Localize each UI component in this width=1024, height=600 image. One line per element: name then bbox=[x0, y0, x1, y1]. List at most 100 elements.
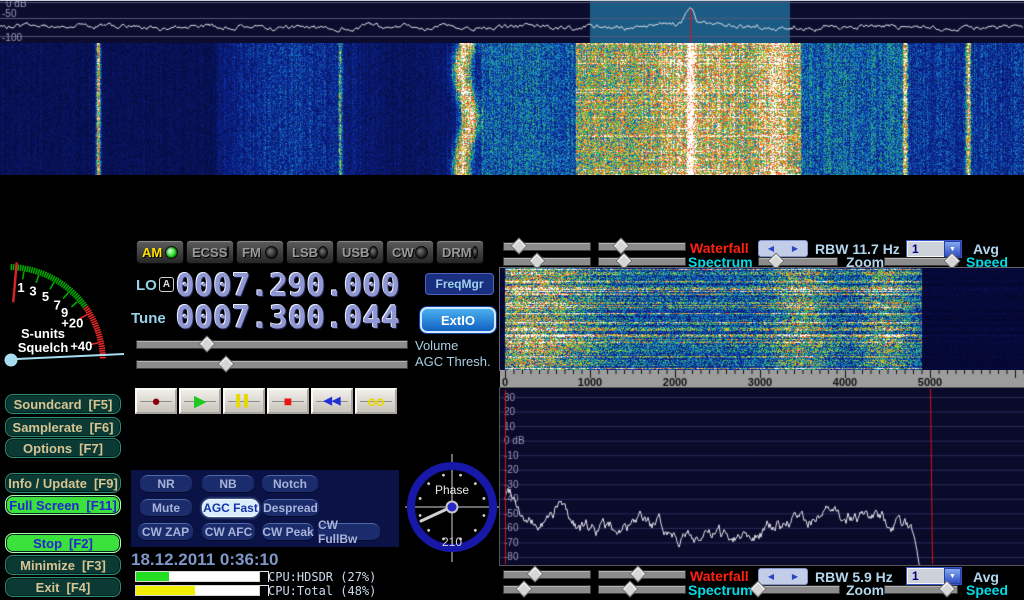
nb-button[interactable]: NB bbox=[202, 475, 254, 493]
af-bot-contrast-track[interactable] bbox=[503, 570, 591, 579]
options-button[interactable]: Options [F7] bbox=[5, 438, 121, 458]
mode-button-drm[interactable]: DRM bbox=[436, 240, 484, 264]
minimize-button[interactable]: Minimize [F3] bbox=[5, 555, 121, 575]
freqmgr-button[interactable]: FreqMgr bbox=[425, 273, 494, 295]
af-top-brightness-thumb[interactable] bbox=[612, 238, 629, 255]
lo-label: LO bbox=[136, 277, 157, 294]
af-top-spec-upper-thumb[interactable] bbox=[529, 253, 546, 270]
af-bot-spec-lower-thumb[interactable] bbox=[621, 581, 638, 598]
mode-button-am[interactable]: AM bbox=[136, 240, 184, 264]
af-bot-brightness-thumb[interactable] bbox=[629, 566, 646, 583]
cpu-total-text: CPU:Total (48%) bbox=[268, 584, 376, 598]
extio-button[interactable]: ExtIO bbox=[420, 307, 496, 333]
volume-slider-track[interactable] bbox=[136, 340, 408, 349]
notch-button[interactable]: Notch bbox=[262, 475, 318, 493]
af-top-zoom-slider[interactable] bbox=[758, 254, 838, 267]
stop-button-label: Stop bbox=[33, 536, 62, 551]
af-frequency-scale[interactable] bbox=[500, 370, 1024, 388]
af-bot-spec-lower-track[interactable] bbox=[598, 585, 686, 594]
af-top-spec-upper-track[interactable] bbox=[503, 257, 591, 266]
af-bot-spec-upper-slider[interactable] bbox=[503, 582, 591, 595]
options-button-label: Options bbox=[23, 441, 72, 456]
nr-button[interactable]: NR bbox=[140, 475, 192, 493]
stop-button-key: [F2] bbox=[69, 536, 93, 551]
mode-button-usb[interactable]: USB bbox=[336, 240, 384, 264]
mode-fm-led-icon bbox=[265, 246, 278, 259]
info-update-button[interactable]: Info / Update [F9] bbox=[5, 473, 121, 493]
samplerate-button[interactable]: Samplerate [F6] bbox=[5, 417, 121, 437]
samplerate-button-key: [F6] bbox=[90, 420, 114, 435]
spinner-left-arrow-icon[interactable]: ◀ bbox=[768, 572, 774, 581]
loop-button[interactable]: oo bbox=[355, 388, 397, 414]
mode-button-fm[interactable]: FM bbox=[236, 240, 284, 264]
volume-slider[interactable] bbox=[136, 337, 408, 350]
af-top-spec-lower-track[interactable] bbox=[598, 257, 686, 266]
soundcard-button[interactable]: Soundcard [F5] bbox=[5, 394, 121, 414]
af-bot-zoom-slider[interactable] bbox=[757, 582, 840, 595]
mute-button[interactable]: Mute bbox=[140, 499, 192, 517]
squelch-slider-knob[interactable] bbox=[5, 354, 18, 367]
af-top-spec-lower-slider[interactable] bbox=[598, 254, 686, 267]
fullscreen-button[interactable]: Full Screen [F11] bbox=[5, 495, 121, 515]
af-bot-contrast-slider[interactable] bbox=[503, 567, 591, 580]
af-top-zoom-thumb[interactable] bbox=[767, 253, 784, 270]
cw-zap-button[interactable]: CW ZAP bbox=[138, 523, 193, 541]
exit-button-key: [F4] bbox=[67, 580, 91, 595]
af-waterfall-display[interactable] bbox=[500, 268, 1024, 370]
af-bot-zoom-track[interactable] bbox=[757, 585, 840, 594]
s-meter: 13579+20+40 S-units Squelch bbox=[0, 240, 130, 390]
mode-button-lsb[interactable]: LSB bbox=[286, 240, 334, 264]
hdsdr-window: 13579+20+40 S-units Squelch Soundcard [F… bbox=[0, 0, 1024, 600]
mode-button-cw[interactable]: CW bbox=[386, 240, 434, 264]
dsp-panel: NR NB Notch Mute AGC Fast Despread CW ZA… bbox=[131, 470, 399, 547]
mode-button-ecss[interactable]: ECSS bbox=[186, 240, 234, 264]
rf-overview-spectrum[interactable] bbox=[0, 0, 1024, 43]
pause-button[interactable]: ▌▌ bbox=[223, 388, 265, 414]
agc-thresh-slider-thumb[interactable] bbox=[217, 356, 234, 373]
cw-afc-button[interactable]: CW AFC bbox=[202, 523, 255, 541]
despread-button[interactable]: Despread bbox=[262, 499, 319, 517]
phase-needle bbox=[421, 509, 447, 521]
stop-playback-button[interactable]: ■ bbox=[267, 388, 309, 414]
minimize-button-key: [F3] bbox=[82, 558, 106, 573]
af-bot-spec-upper-thumb[interactable] bbox=[516, 581, 533, 598]
agc-thresh-slider[interactable] bbox=[136, 357, 408, 370]
af-bot-speed-thumb[interactable] bbox=[938, 581, 955, 598]
record-icon: ● bbox=[151, 394, 160, 409]
af-top-speed-slider[interactable] bbox=[884, 254, 958, 267]
tune-frequency-display[interactable]: 0007.300.044 bbox=[176, 300, 400, 336]
af-spectrum-display[interactable] bbox=[500, 388, 1024, 565]
s-units-label: S-units bbox=[21, 326, 65, 341]
lo-frequency-display[interactable]: 0007.290.000 bbox=[176, 268, 400, 304]
stop-button[interactable]: Stop [F2] bbox=[5, 533, 121, 553]
af-top-contrast-slider[interactable] bbox=[503, 239, 591, 252]
cw-fullbw-button[interactable]: CW FullBw bbox=[318, 523, 380, 541]
volume-slider-thumb[interactable] bbox=[198, 336, 215, 353]
af-top-brightness-slider[interactable] bbox=[598, 239, 686, 252]
agc-thresh-slider-track[interactable] bbox=[136, 360, 408, 369]
af-top-brightness-track[interactable] bbox=[598, 242, 686, 251]
exit-button[interactable]: Exit [F4] bbox=[5, 577, 121, 597]
af-bot-brightness-slider[interactable] bbox=[598, 567, 686, 580]
spinner-right-arrow-icon[interactable]: ▶ bbox=[792, 244, 798, 253]
play-button[interactable]: ▶ bbox=[179, 388, 221, 414]
af-top-contrast-thumb[interactable] bbox=[510, 238, 527, 255]
play-icon: ▶ bbox=[194, 394, 206, 409]
spinner-right-arrow-icon[interactable]: ▶ bbox=[792, 572, 798, 581]
af-bot-spec-lower-slider[interactable] bbox=[598, 582, 686, 595]
af-bot-avg-value: 1 bbox=[907, 569, 944, 583]
af-top-spec-upper-slider[interactable] bbox=[503, 254, 591, 267]
rewind-button[interactable]: ◀◀ bbox=[311, 388, 353, 414]
phase-value: 210 bbox=[442, 535, 462, 549]
agc-fast-button[interactable]: AGC Fast bbox=[202, 499, 259, 517]
spinner-left-arrow-icon[interactable]: ◀ bbox=[768, 244, 774, 253]
exit-button-label: Exit bbox=[36, 580, 60, 595]
af-bot-speed-slider[interactable] bbox=[884, 582, 958, 595]
mode-lsb-label: LSB bbox=[292, 245, 318, 260]
cw-peak-button[interactable]: CW Peak bbox=[262, 523, 314, 541]
mode-drm-label: DRM bbox=[442, 245, 472, 260]
af-bot-contrast-thumb[interactable] bbox=[526, 566, 543, 583]
af-top-spec-lower-thumb[interactable] bbox=[615, 253, 632, 270]
lo-lock-badge[interactable]: A bbox=[159, 277, 174, 292]
record-button[interactable]: ● bbox=[135, 388, 177, 414]
